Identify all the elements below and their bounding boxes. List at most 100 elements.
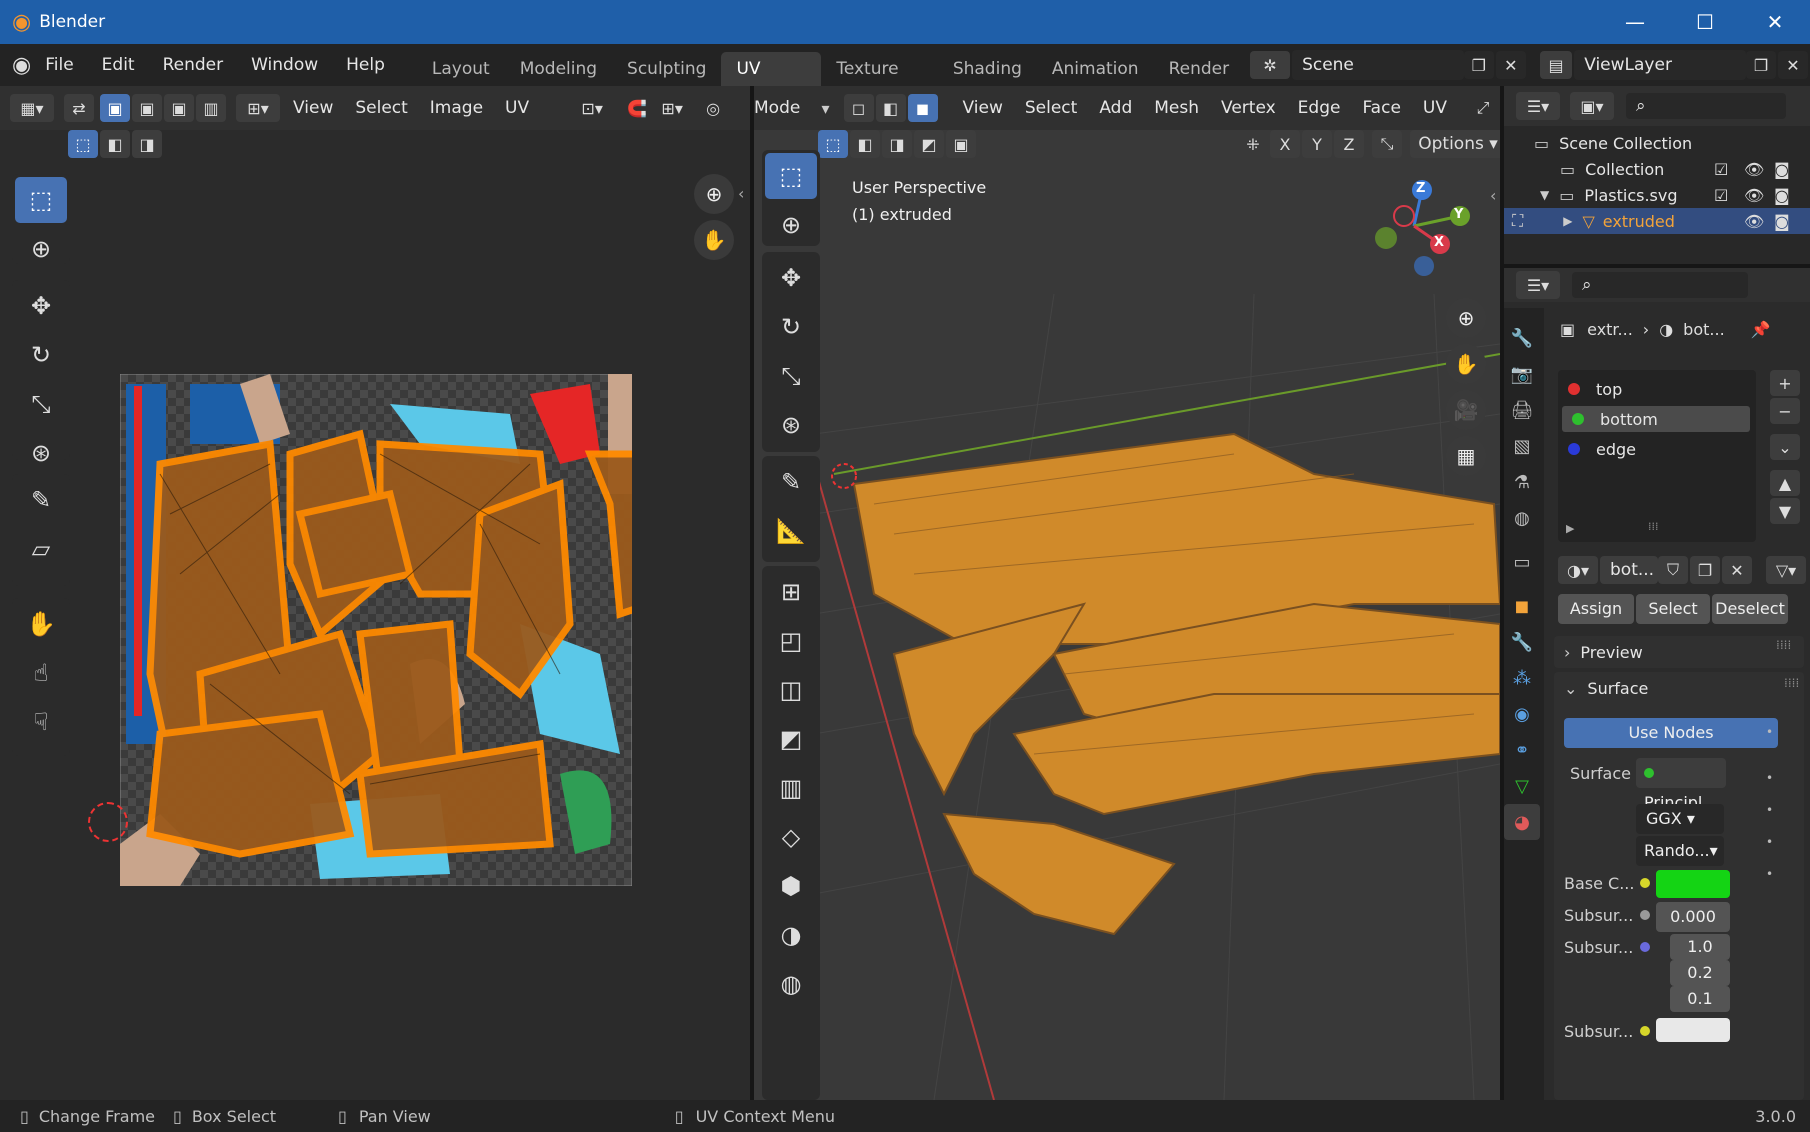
vp-select-new-icon[interactable]: ⬚ (818, 130, 848, 158)
auto-merge-icon[interactable]: ⤡ (1372, 130, 1402, 158)
vp-pan-icon[interactable]: ✋ (1446, 344, 1486, 384)
sidebar-toggle-icon[interactable]: ‹ (738, 184, 744, 203)
material-name-field[interactable]: bot... (1600, 556, 1658, 584)
unlink-material-icon[interactable]: ✕ (1722, 556, 1752, 584)
vp-cursor-tool-icon[interactable]: ⊕ (765, 202, 817, 248)
keyframe-dot-icon[interactable]: • (1766, 858, 1773, 890)
exclude-checkbox[interactable]: ☑ (1714, 186, 1728, 205)
vp-select-extend-icon[interactable]: ◧ (850, 130, 880, 158)
add-slot-button[interactable]: + (1770, 370, 1800, 396)
vp-sidebar-toggle-icon[interactable]: ‹ (1490, 186, 1496, 205)
select-box-new-icon[interactable]: ⬚ (68, 130, 98, 158)
vertex-select-mode-icon[interactable]: ▣ (100, 94, 130, 122)
material-slot-bottom[interactable]: bottom (1562, 406, 1750, 432)
subsurface-method-dropdown[interactable]: Rando...▾ (1636, 836, 1724, 866)
list-expand-icon[interactable]: ▶ (1566, 522, 1574, 535)
scene-collection-row[interactable]: ▭ Scene Collection (1504, 130, 1810, 156)
vp-menu-edge[interactable]: Edge (1287, 98, 1352, 118)
drag-handle-icon[interactable]: ⁞⁞⁞⁞ (1776, 638, 1791, 652)
rotate-tool-icon[interactable]: ↻ (15, 332, 67, 378)
transform-orientation-icon[interactable]: ⤢ (1468, 94, 1498, 122)
render-camera-icon[interactable]: ◙ (1774, 160, 1790, 179)
options-dropdown[interactable]: Options ▾ (1410, 130, 1500, 158)
zoom-icon[interactable]: ⊕ (694, 174, 734, 214)
pan-icon[interactable]: ✋ (694, 220, 734, 260)
mirror-z-button[interactable]: Z (1334, 130, 1364, 158)
properties-editor-type-icon[interactable]: ☰▾ (1516, 271, 1560, 299)
pinch-tool-icon[interactable]: ☟ (15, 699, 67, 745)
uv-sync-icon[interactable]: ⇄ (64, 94, 94, 122)
vp-select-subtract-icon[interactable]: ◨ (882, 130, 912, 158)
pin-icon[interactable]: 📌 (1751, 320, 1771, 339)
new-scene-icon[interactable]: ❐ (1463, 51, 1494, 79)
knife-tool-icon[interactable]: ◇ (765, 814, 817, 860)
material-slot-edge[interactable]: edge (1558, 436, 1756, 462)
perspective-toggle-icon[interactable]: ▦ (1446, 436, 1486, 476)
data-tab-icon[interactable]: ▽ (1504, 768, 1540, 804)
subsurface-radius-x[interactable]: 1.0 (1670, 934, 1730, 960)
poly-build-tool-icon[interactable]: ⬢ (765, 863, 817, 909)
vp-transform-tool-icon[interactable]: ⊛ (765, 402, 817, 448)
physics-tab-icon[interactable]: ◉ (1504, 696, 1540, 732)
menu-edit[interactable]: Edit (88, 55, 149, 75)
view-layer-tab-icon[interactable]: ▧ (1504, 428, 1540, 464)
face-mode-icon[interactable]: ◼ (907, 94, 938, 122)
subsurface-value-field[interactable]: 0.000 (1656, 902, 1730, 932)
mode-selector[interactable]: Mode (754, 98, 822, 118)
vp-select-intersect-icon[interactable]: ▣ (946, 130, 976, 158)
transform-tool-icon[interactable]: ⊛ (15, 430, 67, 476)
outliner-row-plastics[interactable]: ▼ ▭ Plastics.svg ☑ 👁 ◙ (1504, 182, 1810, 208)
modifier-tab-icon[interactable]: 🔧 (1504, 624, 1540, 660)
move-slot-up-icon[interactable]: ▲ (1770, 470, 1800, 496)
vp-move-tool-icon[interactable]: ✥ (765, 255, 817, 301)
remove-slot-button[interactable]: − (1770, 398, 1800, 424)
inset-tool-icon[interactable]: ◫ (765, 667, 817, 713)
display-mode-icon[interactable]: ▣▾ (1570, 92, 1614, 120)
uv-menu-select[interactable]: Select (344, 98, 418, 118)
assign-button[interactable]: Assign (1558, 594, 1634, 624)
new-material-icon[interactable]: ❐ (1690, 556, 1720, 584)
delete-view-layer-icon[interactable]: ✕ (1777, 51, 1808, 79)
scene-icon[interactable]: ✲ (1250, 51, 1291, 79)
render-camera-icon[interactable]: ◙ (1774, 186, 1790, 205)
drag-handle-icon[interactable]: ⁞⁞⁞⁞ (1784, 676, 1799, 690)
tab-layout[interactable]: Layout (417, 52, 505, 86)
extrude-tool-icon[interactable]: ◰ (765, 618, 817, 664)
mirror-y-button[interactable]: Y (1302, 130, 1332, 158)
mode-dropdown-icon[interactable]: ▾ (822, 99, 830, 118)
move-slot-down-icon[interactable]: ▼ (1770, 498, 1800, 524)
visibility-eye-icon[interactable]: 👁 (1744, 212, 1764, 231)
vp-annotate-tool-icon[interactable]: ✎ (765, 459, 817, 505)
scene-tab-icon[interactable]: ⚗ (1504, 464, 1540, 500)
pivot-icon[interactable]: ⊡▾ (570, 94, 614, 122)
vp-zoom-icon[interactable]: ⊕ (1446, 298, 1486, 338)
menu-render[interactable]: Render (149, 55, 238, 75)
link-mode-icon[interactable]: ▽▾ (1766, 556, 1806, 584)
relax-tool-icon[interactable]: ☝ (15, 650, 67, 696)
tool-tab-icon[interactable]: 🔧 (1504, 320, 1540, 356)
preview-panel-header[interactable]: › Preview (1554, 636, 1804, 668)
world-tab-icon[interactable]: ◍ (1504, 500, 1540, 536)
move-tool-icon[interactable]: ✥ (15, 283, 67, 329)
minimize-button[interactable]: — (1600, 0, 1670, 44)
select-box-tool-icon[interactable]: ⬚ (15, 177, 67, 223)
mirror-x-button[interactable]: X (1270, 130, 1300, 158)
vp-menu-select[interactable]: Select (1014, 98, 1088, 118)
grab-tool-icon[interactable]: ✋ (15, 601, 67, 647)
menu-file[interactable]: File (31, 55, 87, 75)
vp-menu-face[interactable]: Face (1351, 98, 1411, 118)
outliner-row-collection[interactable]: ▭ Collection ☑ 👁 ◙ (1504, 156, 1810, 182)
list-resize-handle-icon[interactable]: ⁞⁞⁞ (1648, 520, 1659, 533)
uv-menu-uv[interactable]: UV (494, 98, 540, 118)
camera-view-icon[interactable]: 🎥 (1446, 390, 1486, 430)
expand-arrow-icon[interactable]: ▶ (1563, 214, 1572, 228)
tab-shading[interactable]: Shading (938, 52, 1037, 86)
render-tab-icon[interactable]: 📷 (1504, 356, 1540, 392)
island-select-mode-icon[interactable]: ▥ (196, 94, 226, 122)
distribution-dropdown[interactable]: GGX ▾ (1636, 804, 1724, 834)
constraints-tab-icon[interactable]: ⚭ (1504, 732, 1540, 768)
tab-animation[interactable]: Animation (1037, 52, 1154, 86)
outliner-editor-type-icon[interactable]: ☰▾ (1516, 92, 1560, 120)
base-color-swatch[interactable] (1656, 870, 1730, 898)
visibility-eye-icon[interactable]: 👁 (1744, 160, 1764, 179)
